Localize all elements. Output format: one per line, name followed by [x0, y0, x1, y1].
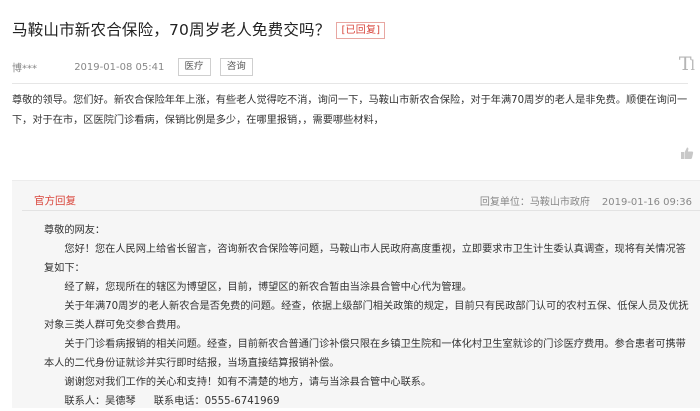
reply-body: 尊敬的网友： 您好！您在人民网上给省长留言，咨询新农合保险等问题，马鞍山市人民政… — [44, 221, 692, 411]
reply-unit-label: 回复单位：马鞍山市政府 — [479, 197, 590, 208]
page-title: 马鞍山市新农合保险，70周岁老人免费交吗？ [已回复] — [12, 18, 386, 40]
reply-unit: 回复单位：马鞍山市政府 2019-01-16 09:36 — [480, 193, 692, 208]
question-meta: 博*** 2019-01-08 05:41 医疗 咨询 — [12, 58, 253, 76]
thumbs-up-icon[interactable] — [680, 146, 694, 160]
font-size-toggle-icon[interactable]: Tl — [679, 53, 695, 75]
question-title: 马鞍山市新农合保险，70周岁老人免费交吗？ — [12, 21, 331, 39]
tag-medical[interactable]: 医疗 — [177, 58, 211, 76]
reply-label: 官方回复 — [34, 195, 76, 207]
reply-header: 官方回复 回复单位：马鞍山市政府 2019-01-16 09:36 — [12, 181, 700, 211]
contact-person: 联系人：吴德琴 — [64, 396, 136, 407]
reply-divider — [22, 210, 700, 211]
status-badge: [已回复] — [336, 22, 386, 39]
contact-phone: 联系电话：0555-6741969 — [153, 396, 280, 407]
reply-contact: 联系人：吴德琴 联系电话：0555-6741969 — [44, 392, 692, 411]
reply-paragraph: 关于门诊看病报销的相关问题。经查，目前新农合普通门诊补偿只限在乡镇卫生院和一体化… — [44, 339, 686, 369]
divider — [12, 83, 688, 84]
question-body: 尊敬的领导。您们好。新农合保险年年上涨，有些老人觉得吃不消，询问一下，马鞍山市新… — [12, 95, 688, 126]
author-name: 博*** — [12, 63, 37, 75]
reply-paragraph: 谢谢您对我们工作的关心和支持！如有不清楚的地方，请与当涂县合管中心联系。 — [64, 377, 432, 388]
tag-consult[interactable]: 咨询 — [219, 58, 253, 76]
reply-date: 2019-01-16 09:36 — [601, 197, 692, 208]
question-date: 2019-01-08 05:41 — [74, 61, 165, 73]
official-reply-panel: 官方回复 回复单位：马鞍山市政府 2019-01-16 09:36 尊敬的网友： … — [12, 180, 700, 408]
reply-greeting: 尊敬的网友： — [44, 225, 106, 236]
reply-paragraph: 经了解，您现所在的辖区为博望区，目前，博望区的新农合暂由当涂县合管中心代为管理。 — [64, 282, 472, 293]
reply-paragraph: 您好！您在人民网上给省长留言，咨询新农合保险等问题，马鞍山市人民政府高度重视，立… — [44, 244, 686, 274]
reply-paragraph: 关于年满70周岁的老人新农合是否免费的问题。经查，依据上级部门相关政策的规定，目… — [44, 301, 689, 331]
